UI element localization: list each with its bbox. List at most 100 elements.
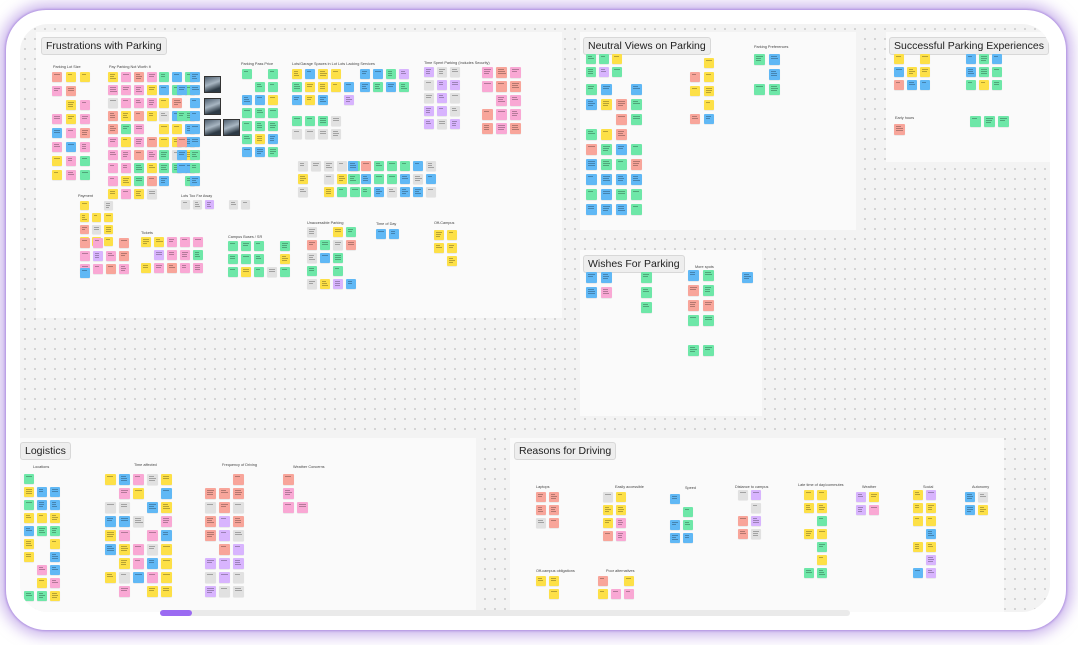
sticky-note[interactable] [119,572,130,583]
sticky-note[interactable] [161,502,172,513]
sticky-note[interactable] [624,576,634,586]
sticky-note[interactable] [190,176,200,186]
sticky-note[interactable] [147,85,157,95]
sticky-note[interactable] [105,502,116,513]
sticky-note[interactable] [979,67,989,77]
sticky-note[interactable] [616,518,626,528]
sticky-note[interactable] [161,586,172,597]
sticky-note[interactable] [233,558,244,569]
sticky-note[interactable] [172,98,182,108]
sticky-note[interactable] [292,95,302,105]
sticky-note[interactable] [387,187,397,197]
sticky-note[interactable] [121,111,131,121]
sticky-note[interactable] [373,69,383,79]
sticky-note[interactable] [926,529,936,539]
sticky-note[interactable] [704,114,714,124]
sticky-note[interactable] [817,529,827,539]
sticky-note[interactable] [190,163,200,173]
sticky-note[interactable] [147,572,158,583]
sticky-note[interactable] [119,474,130,485]
sticky-note[interactable] [104,237,113,246]
sticky-note[interactable] [305,116,315,126]
sticky-note[interactable] [670,520,680,530]
sticky-note[interactable] [119,558,130,569]
sticky-note[interactable] [219,558,230,569]
sticky-note[interactable] [703,285,714,296]
sticky-note[interactable] [361,174,371,184]
sticky-note[interactable] [612,67,622,77]
sticky-note[interactable] [399,69,409,79]
sticky-note[interactable] [670,533,680,543]
sticky-note[interactable] [907,80,917,90]
sticky-note[interactable] [255,134,265,144]
sticky-note[interactable] [190,72,200,82]
sticky-note[interactable] [104,225,113,234]
sticky-note[interactable] [631,114,642,125]
sticky-note[interactable] [320,253,330,263]
sticky-note[interactable] [66,170,76,180]
sticky-note[interactable] [318,82,328,92]
sticky-note[interactable] [318,95,328,105]
sticky-note[interactable] [616,114,627,125]
sticky-note[interactable] [134,124,144,134]
sticky-note[interactable] [80,170,90,180]
sticky-note[interactable] [926,503,936,513]
sticky-note[interactable] [992,80,1002,90]
sticky-note[interactable] [297,502,308,513]
sticky-note[interactable] [255,108,265,118]
sticky-note[interactable] [496,67,507,78]
sticky-note[interactable] [119,516,130,527]
sticky-note[interactable] [913,516,923,526]
sticky-note[interactable] [154,250,164,260]
sticky-note[interactable] [305,95,315,105]
sticky-note[interactable] [172,72,182,82]
sticky-note[interactable] [601,84,612,95]
sticky-note[interactable] [496,81,507,92]
sticky-note[interactable] [147,502,158,513]
sticky-note[interactable] [601,174,612,185]
sticky-note[interactable] [108,137,118,147]
sticky-note[interactable] [106,251,116,261]
sticky-note[interactable] [350,187,360,197]
sticky-note[interactable] [616,129,627,140]
sticky-note[interactable] [631,189,642,200]
sticky-note[interactable] [254,267,264,277]
sticky-note[interactable] [268,69,278,79]
sticky-note[interactable] [121,98,131,108]
sticky-note[interactable] [400,161,410,171]
sticky-note[interactable] [549,518,559,528]
sticky-note[interactable] [50,513,60,523]
sticky-note[interactable] [161,544,172,555]
sticky-note[interactable] [631,204,642,215]
sticky-note[interactable] [586,67,596,77]
sticky-note[interactable] [769,54,780,65]
sticky-note[interactable] [228,254,238,264]
sticky-note[interactable] [298,161,308,171]
sticky-note[interactable] [52,170,62,180]
sticky-note[interactable] [751,490,761,500]
sticky-note[interactable] [307,240,317,250]
sticky-note[interactable] [121,85,131,95]
sticky-note[interactable] [205,516,216,527]
sticky-note[interactable] [631,84,642,95]
sticky-note[interactable] [307,253,317,263]
sticky-note[interactable] [482,123,493,134]
sticky-note[interactable] [119,502,130,513]
sticky-note[interactable] [769,84,780,95]
sticky-note[interactable] [913,542,923,552]
sticky-note[interactable] [105,544,116,555]
sticky-note[interactable] [426,187,436,197]
sticky-note[interactable] [80,268,90,278]
sticky-note[interactable] [147,150,157,160]
sticky-note[interactable] [754,84,765,95]
sticky-note[interactable] [134,72,144,82]
sticky-note[interactable] [108,189,118,199]
sticky-note[interactable] [586,287,597,298]
sticky-note[interactable] [292,116,302,126]
sticky-note[interactable] [147,530,158,541]
whiteboard-canvas[interactable]: Frustrations with Parking Parking Lot Si… [20,24,1050,612]
sticky-note[interactable] [119,238,129,248]
sticky-note[interactable] [66,86,76,96]
sticky-note[interactable] [219,530,230,541]
sticky-note[interactable] [254,241,264,251]
